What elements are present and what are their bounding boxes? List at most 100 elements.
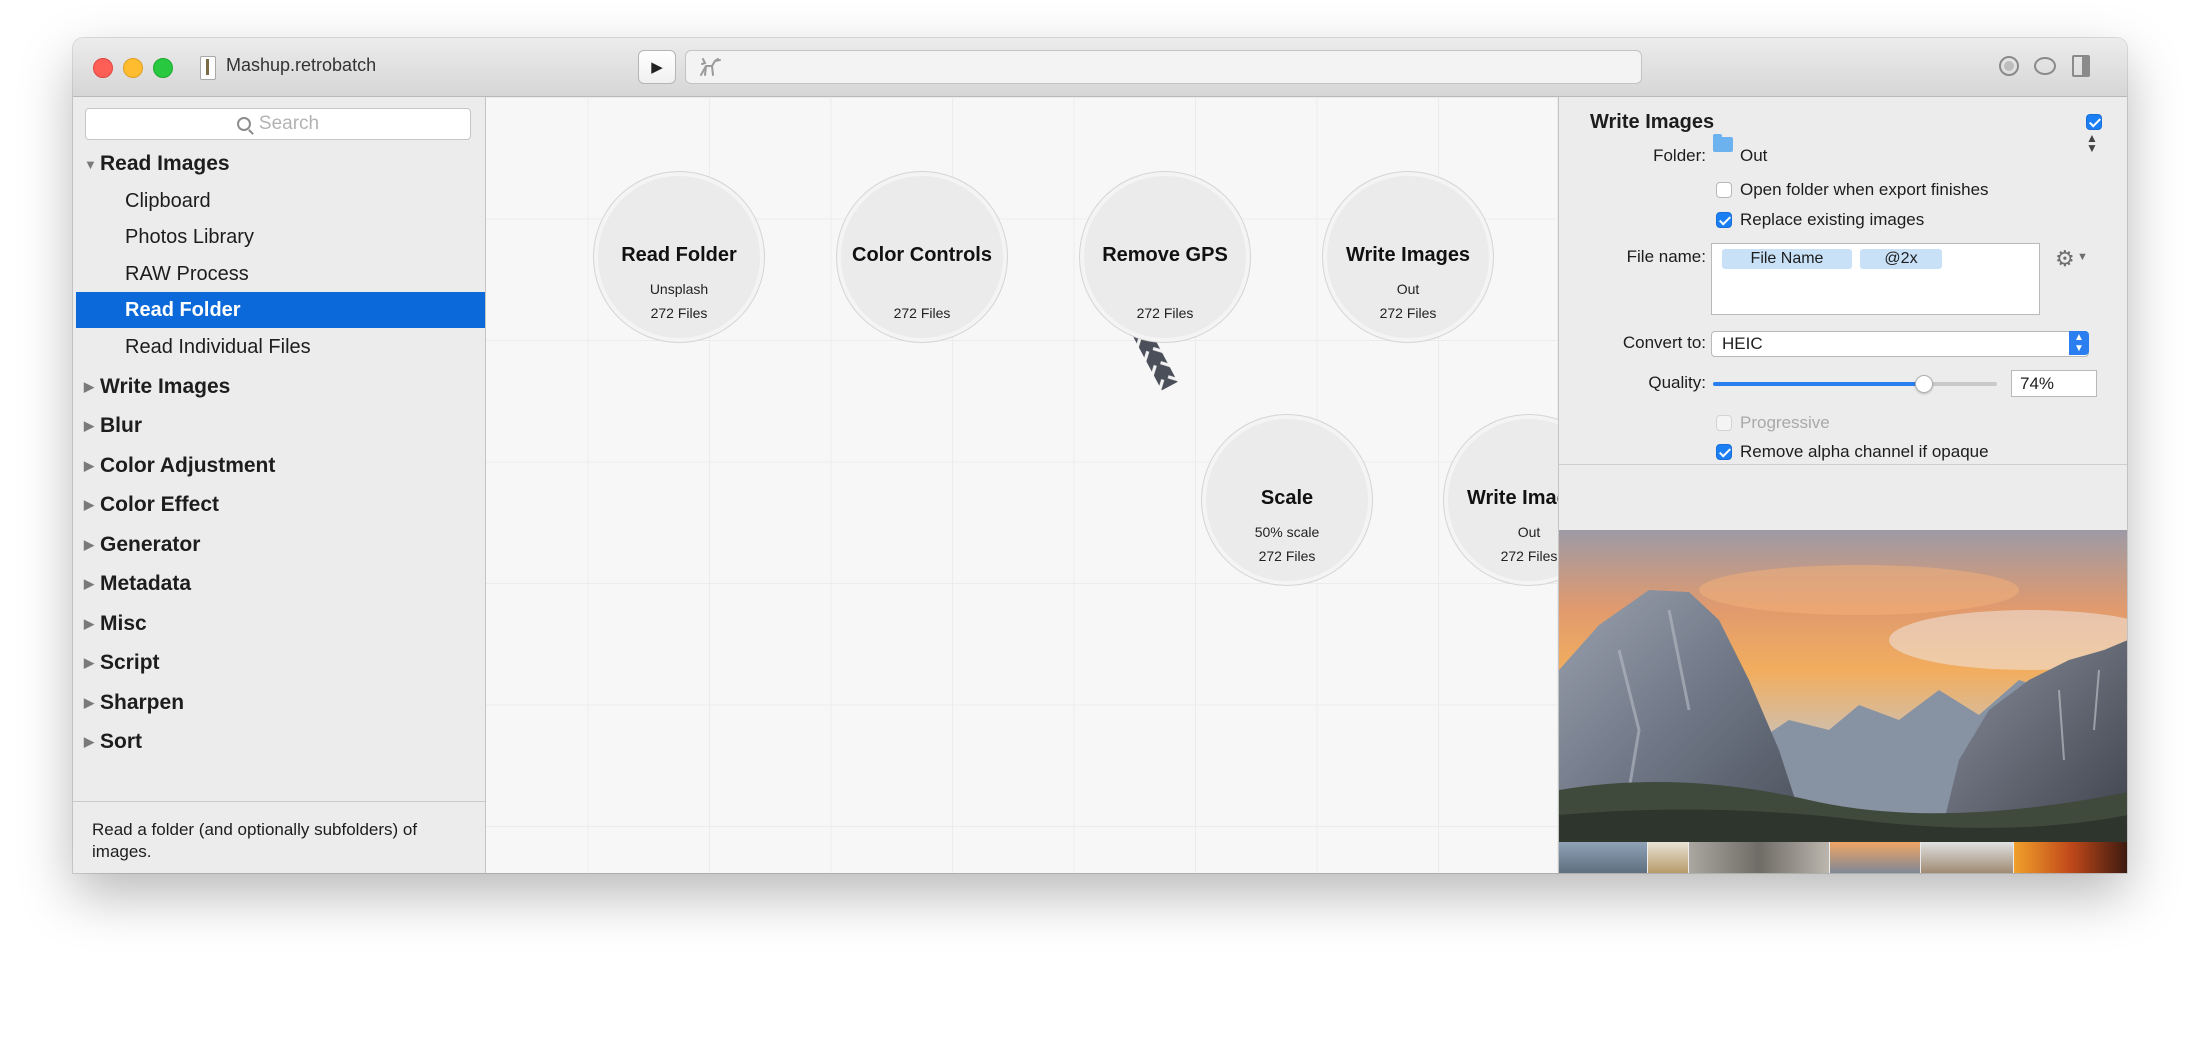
folder-popup[interactable]: Out [1740,146,1767,166]
gear-icon[interactable]: ⚙ [2055,246,2075,272]
inspector-toggle-icon[interactable] [2069,54,2093,78]
disclosure-open-icon: ▼ [84,156,97,172]
category-label: Color Effect [100,493,220,516]
progressive-label: Progressive [1740,413,1830,432]
sidebar-item-label: RAW Process [125,262,249,285]
open-folder-checkbox[interactable] [1716,182,1732,198]
minimize-button[interactable] [123,58,143,78]
disclosure-closed-icon: ▶ [84,655,94,670]
node-file-count: 272 Files [893,305,951,321]
disclosure-closed-icon: ▶ [84,695,94,710]
zoom-button[interactable] [153,58,173,78]
sidebar-item-label: Photos Library [125,225,254,248]
category-metadata[interactable]: ▶ Metadata [73,566,485,602]
close-button[interactable] [93,58,113,78]
token-suffix[interactable]: @2x [1860,249,1942,269]
category-script[interactable]: ▶ Script [73,645,485,681]
category-label: Generator [100,533,201,556]
node-description-panel: Read a folder (and optionally subfolders… [73,801,485,873]
category-read-images[interactable]: ▼ Read Images [73,146,485,182]
chevron-down-icon[interactable]: ▼ [2077,251,2088,263]
category-sharpen[interactable]: ▶ Sharpen [73,685,485,721]
quality-slider-fill [1713,382,1924,386]
category-sort[interactable]: ▶ Sort [73,724,485,760]
node-title: Scale [1260,487,1314,509]
sidebar-item-clipboard[interactable]: Clipboard [76,183,485,219]
chevron-updown-icon[interactable]: ▲ ▼ [2086,132,2098,154]
category-label: Misc [100,612,147,635]
thumbnail[interactable] [1648,842,1688,873]
search-icon [236,117,251,131]
sidebar-item-read-individual-files[interactable]: Read Individual Files [76,329,485,365]
disclosure-closed-icon: ▶ [84,537,94,552]
sidebar-item-label: Read Individual Files [125,335,311,358]
node-subtitle: 50% scale [1254,524,1320,540]
node-title: Write Images [1345,244,1471,266]
thumbnail[interactable] [1559,842,1647,873]
sidebar-item-photos-library[interactable]: Photos Library [76,219,485,255]
quality-slider[interactable] [1713,375,1997,393]
image-preview [1559,530,2127,842]
category-label: Sort [100,730,142,753]
node-remove-gps[interactable]: Remove GPS 272 Files [1079,171,1251,343]
open-folder-label: Open folder when export finishes [1740,180,1989,199]
category-misc[interactable]: ▶ Misc [73,606,485,642]
category-blur[interactable]: ▶ Blur [73,408,485,444]
quality-label: Quality: [1648,373,1706,392]
status-field [685,50,1642,84]
sidebar-item-read-folder[interactable]: Read Folder [76,292,485,328]
replace-images-checkbox[interactable] [1716,212,1732,228]
workflow-canvas[interactable]: Read Folder Unsplash 272 Files Color Con… [486,97,1615,873]
node-title: Read Folder [621,244,737,266]
disclosure-closed-icon: ▶ [84,418,94,433]
app-window: Mashup.retrobatch ▶ Search ▼ Read Images… [73,38,2127,873]
thumbnail-strip[interactable] [1559,842,2127,873]
activity-icon[interactable] [1997,54,2021,78]
window-title: Mashup.retrobatch [226,55,377,75]
category-color-effect[interactable]: ▶ Color Effect [73,487,485,523]
progressive-checkbox[interactable] [1716,415,1732,431]
category-color-adjustment[interactable]: ▶ Color Adjustment [73,448,485,484]
node-description: Read a folder (and optionally subfolders… [92,820,418,861]
search-placeholder: Search [258,113,320,134]
document-icon [200,56,216,80]
node-read-folder[interactable]: Read Folder Unsplash 272 Files [593,171,765,343]
filename-label: File name: [1626,247,1706,266]
node-write-images[interactable]: Write Images Out 272 Files [1322,171,1494,343]
node-file-count: 272 Files [650,305,708,321]
token-file-name[interactable]: File Name [1722,249,1852,269]
node-file-count: 272 Files [1136,305,1194,321]
thumbnail[interactable] [1830,842,1920,873]
deer-icon [698,55,722,83]
replace-images-label: Replace existing images [1740,210,1925,229]
comment-bubble-icon[interactable] [2033,54,2057,78]
thumbnail[interactable] [1689,842,1829,873]
thumbnail[interactable] [1921,842,2013,873]
node-enabled-checkbox[interactable] [2086,114,2102,130]
remove-alpha-checkbox[interactable] [1716,444,1732,460]
quality-input[interactable]: 74% [2011,370,2097,397]
convert-format-value: HEIC [1722,334,1763,353]
quality-slider-knob[interactable] [1915,375,1934,393]
node-subtitle: Out [1396,281,1420,297]
disclosure-closed-icon: ▶ [84,576,94,591]
sidebar-item-raw-process[interactable]: RAW Process [76,256,485,292]
node-color-controls[interactable]: Color Controls 272 Files [836,171,1008,343]
folder-label: Folder: [1653,146,1706,165]
search-input[interactable]: Search [85,108,471,140]
category-label: Read Images [100,152,230,175]
thumbnail[interactable] [2014,842,2127,873]
disclosure-closed-icon: ▶ [84,458,94,473]
remove-alpha-label: Remove alpha channel if opaque [1740,442,1989,461]
category-generator[interactable]: ▶ Generator [73,527,485,563]
convert-format-select[interactable]: HEIC ▲ ▼ [1711,331,2089,357]
filename-token-field[interactable]: File Name @2x [1711,243,2040,315]
node-scale[interactable]: Scale 50% scale 272 Files [1201,414,1373,586]
node-library-sidebar: Search ▼ Read Images Clipboard Photos Li… [73,97,486,873]
category-write-images[interactable]: ▶ Write Images [73,369,485,405]
category-label: Metadata [100,572,192,595]
node-title: Remove GPS [1102,244,1228,266]
run-button[interactable]: ▶ [638,50,676,84]
inspector-title: Write Images [1590,111,1715,133]
sidebar-item-label: Read Folder [125,298,241,321]
